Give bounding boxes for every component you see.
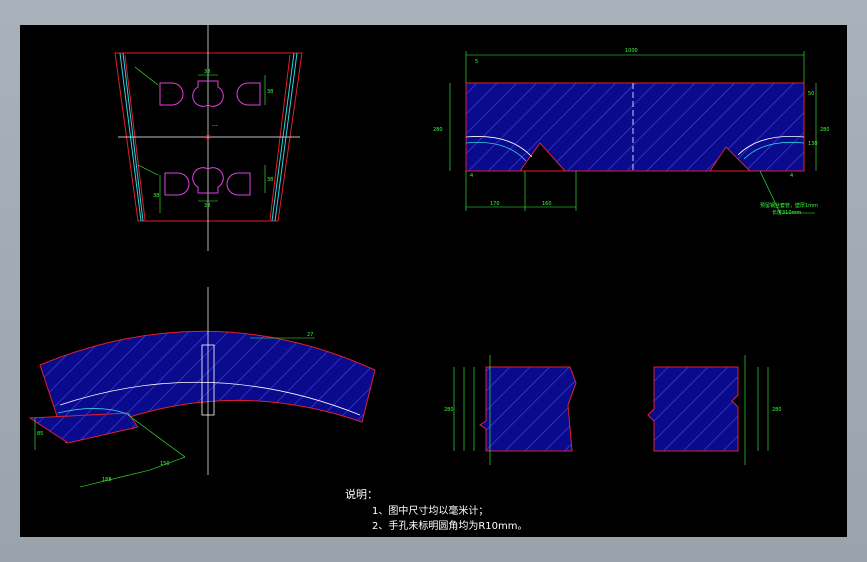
dim-bl-left: 85 (37, 431, 43, 437)
drawing-canvas: ····· 38 38 38 38 38 1000 5 280 280 170 … (28, 25, 830, 532)
branch-block (28, 412, 139, 444)
center-label: ····· (212, 123, 218, 128)
hole-d-right-upper (236, 82, 261, 106)
long-section-body (465, 82, 805, 172)
dim-tl-2: 38 (267, 89, 273, 95)
dim-bl-bottom-2: 150 (160, 461, 170, 467)
dim-height-left: 280 (433, 127, 443, 133)
notes-title: 说明： (345, 487, 378, 501)
upper-holes (159, 80, 261, 107)
dim-br-right: 280 (772, 407, 782, 413)
bottom-middle-view: 280 (444, 355, 577, 465)
bottom-left-view: 27 85 188 150 (28, 287, 376, 488)
hole-d-left-lower (164, 172, 190, 196)
notes-line-1: 1、图中尺寸均以毫米计； (372, 504, 488, 517)
hole-d-right-lower (226, 172, 251, 196)
cad-drawing-sheet: ····· 38 38 38 38 38 1000 5 280 280 170 … (20, 25, 847, 537)
notes-block: 说明： 1、图中尺寸均以毫米计； 2、手孔未标明圆角均为R10mm。 (345, 487, 528, 532)
annotation-sleeve-1: 预留钢丝套管，壁厚1mm (760, 202, 818, 209)
dim-bl-bottom-1: 188 (102, 477, 112, 483)
trough-inner-left (124, 54, 146, 221)
top-left-view: ····· 38 38 38 38 38 (114, 25, 303, 251)
dim-bottom-left: 170 (490, 201, 500, 207)
dim-bm-left: 280 (444, 407, 454, 413)
bottom-right-dimensions (744, 355, 769, 465)
notes-line-2: 2、手孔未标明圆角均为R10mm。 (372, 519, 528, 532)
bottom-right-view: 280 (647, 355, 782, 465)
bottom-mid-dimensions (453, 355, 491, 465)
dim-bottom-mid: 160 (542, 201, 552, 207)
dim-tl-4: 38 (153, 193, 159, 199)
dim-tl-5: 38 (267, 177, 273, 183)
section-block-right (647, 366, 739, 452)
hole-d-left-upper (159, 82, 184, 106)
top-left-dimensions (134, 66, 266, 213)
dim-left-offset: 5 (475, 59, 478, 65)
dim-right-small-3: 4 (790, 173, 793, 179)
dim-bl-top-right: 27 (307, 332, 313, 338)
top-right-view: 1000 5 280 280 170 160 50 130 4 4 预留钢丝套管… (433, 48, 830, 216)
annotation-sleeve-2: 长度310mm (772, 209, 801, 216)
lower-holes (164, 167, 251, 196)
trough-inner-right (269, 54, 291, 221)
dim-right-small-2: 130 (808, 141, 818, 147)
dim-height-right: 280 (820, 127, 830, 133)
dim-tl-3: 38 (204, 203, 210, 209)
dim-tl-1: 38 (204, 69, 210, 75)
dim-overall: 1000 (625, 48, 638, 54)
dim-right-small-1: 50 (808, 91, 814, 97)
dim-left-small: 4 (470, 173, 473, 179)
section-block-left (479, 366, 577, 452)
